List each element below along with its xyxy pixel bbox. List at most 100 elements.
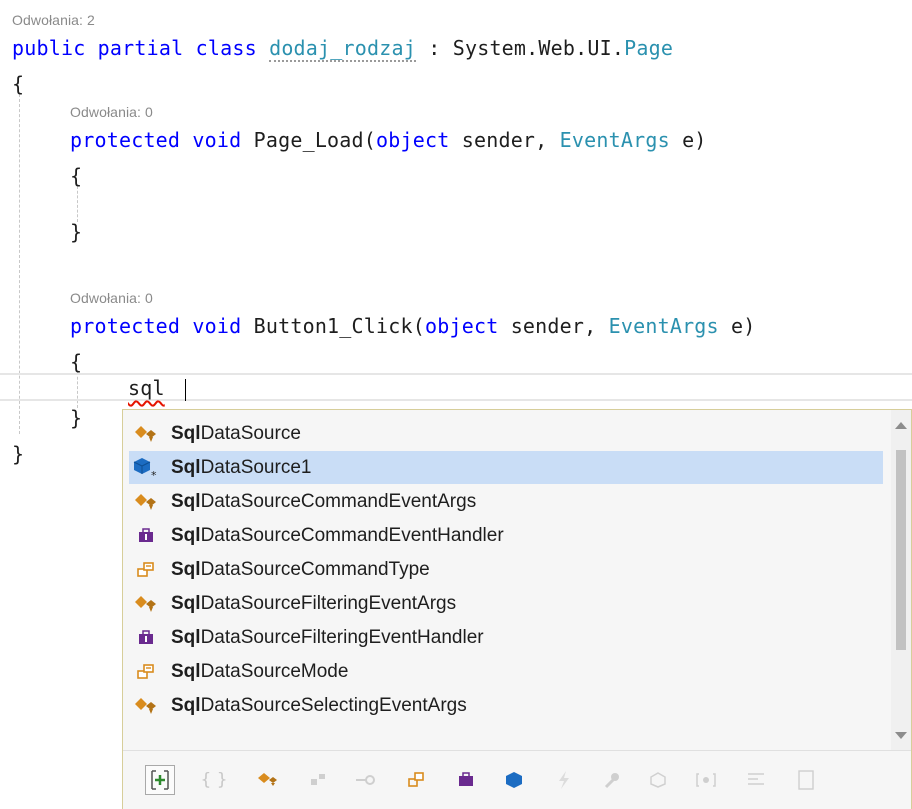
class-icon <box>258 773 277 786</box>
event-icon <box>559 771 569 789</box>
param-type[interactable]: EventArgs <box>560 128 670 152</box>
match-highlight: Sql <box>171 558 201 580</box>
local-icon <box>798 770 814 790</box>
error-squiggle: sql <box>128 376 165 400</box>
keyword-filter-button[interactable] <box>741 765 771 795</box>
colon-text: : <box>415 36 453 60</box>
svg-text:*: * <box>151 469 157 480</box>
event-filter-button[interactable] <box>549 765 579 795</box>
delegate-icon <box>459 772 473 786</box>
completion-scrollbar[interactable] <box>891 410 911 750</box>
completion-filter-bar: { } <box>123 750 911 809</box>
completion-item[interactable]: * SqlDataSource1 <box>129 451 883 484</box>
text-caret <box>185 379 186 401</box>
base-type[interactable]: Page <box>624 36 673 60</box>
interface-icon <box>356 775 375 785</box>
completion-item-rest: DataSourceCommandEventArgs <box>200 490 477 512</box>
match-highlight: Sql <box>171 456 201 478</box>
completion-item[interactable]: SqlDataSource <box>129 417 883 450</box>
field-icon <box>506 772 522 788</box>
completion-item-rest: DataSource <box>200 422 301 444</box>
completion-item-rest: DataSourceMode <box>200 660 349 682</box>
param-end: e) <box>718 314 756 338</box>
field-filter-button[interactable] <box>499 765 529 795</box>
expand-plus-icon <box>151 770 169 790</box>
completion-item-rest: DataSourceCommandType <box>200 558 430 580</box>
enum-icon <box>133 660 159 684</box>
param-type[interactable]: EventArgs <box>609 314 719 338</box>
completion-item[interactable]: SqlDataSourceCommandType <box>129 553 883 586</box>
method-filter-button[interactable] <box>597 765 627 795</box>
snippet-icon <box>696 773 716 787</box>
cube-icon <box>650 772 666 788</box>
delegate-icon <box>133 524 159 548</box>
param-end: e) <box>669 128 707 152</box>
scrollbar-thumb[interactable] <box>896 450 906 650</box>
wrench-icon <box>604 773 619 789</box>
class-icon <box>133 490 159 514</box>
namespace-filter-button[interactable]: { } <box>199 765 229 795</box>
structure-filter-button[interactable] <box>303 765 333 795</box>
delegate-icon <box>133 626 159 650</box>
interface-filter-button[interactable] <box>351 765 381 795</box>
completion-item[interactable]: SqlDataSourceFilteringEventHandler <box>129 621 883 654</box>
code-line-page-load[interactable]: protected void Page_Load(object sender, … <box>70 128 707 152</box>
match-highlight: Sql <box>171 490 201 512</box>
completion-item[interactable]: SqlDataSourceMode <box>129 655 883 688</box>
button-click-references-codelens[interactable]: Odwołania: 0 <box>70 290 153 306</box>
method-name[interactable]: Button1_Click( <box>241 314 425 338</box>
param-name: sender, <box>498 314 609 338</box>
class-icon <box>133 592 159 616</box>
param-type-keyword: object <box>376 128 450 152</box>
code-line-button-click[interactable]: protected void Button1_Click(object send… <box>70 314 756 338</box>
match-highlight: Sql <box>171 660 201 682</box>
param-name: sender, <box>449 128 560 152</box>
completion-item-label: SqlDataSource1 <box>171 457 311 479</box>
match-highlight: Sql <box>171 524 201 546</box>
delegate-filter-button[interactable] <box>451 765 481 795</box>
scroll-down-arrow[interactable] <box>895 732 907 739</box>
completion-item-rest: DataSourceFilteringEventHandler <box>200 626 484 648</box>
typed-text[interactable]: sql <box>128 376 165 400</box>
class-name[interactable]: dodaj_rodzaj <box>269 36 416 62</box>
completion-item-label: SqlDataSourceCommandEventHandler <box>171 525 504 547</box>
completion-item[interactable]: SqlDataSourceCommandEventArgs <box>129 485 883 518</box>
completion-item-label: SqlDataSourceCommandEventArgs <box>171 491 476 513</box>
keyword-text: protected void <box>70 314 242 338</box>
keyword-icon <box>748 773 764 785</box>
keyword-text: public partial class <box>12 36 257 60</box>
completion-item[interactable]: SqlDataSourceCommandEventHandler <box>129 519 883 552</box>
completion-item-label: SqlDataSourceCommandType <box>171 559 430 581</box>
braces-icon: { } <box>200 770 228 790</box>
match-highlight: Sql <box>171 626 201 648</box>
button-click-open-brace: { <box>70 350 83 374</box>
page-load-open-brace: { <box>70 164 83 188</box>
class-close-brace: } <box>12 442 25 466</box>
completion-popup[interactable]: SqlDataSource * SqlDataSource1 SqlDataSourc… <box>122 409 912 809</box>
completion-item[interactable]: SqlDataSourceFilteringEventArgs <box>129 587 883 620</box>
method-name[interactable]: Page_Load( <box>241 128 376 152</box>
class-icon <box>133 422 159 446</box>
completion-item-label: SqlDataSourceSelectingEventArgs <box>171 695 467 717</box>
completion-item[interactable]: SqlDataSourceSelectingEventArgs <box>129 689 883 722</box>
local-filter-button[interactable] <box>791 765 821 795</box>
completion-item-label: SqlDataSourceMode <box>171 661 348 683</box>
class-references-codelens[interactable]: Odwołania: 2 <box>12 12 95 28</box>
scroll-up-arrow[interactable] <box>895 422 907 429</box>
enum-filter-button[interactable] <box>401 765 431 795</box>
param-type-keyword: object <box>425 314 499 338</box>
match-highlight: Sql <box>171 422 201 444</box>
field-icon: * <box>133 456 159 480</box>
match-highlight: Sql <box>171 694 201 716</box>
class-icon <box>133 694 159 718</box>
expand-filter-button[interactable] <box>145 765 175 795</box>
completion-item-rest: DataSourceSelectingEventArgs <box>200 694 467 716</box>
class-filter-button[interactable] <box>253 765 283 795</box>
page-load-close-brace: } <box>70 220 83 244</box>
code-line-class-declaration[interactable]: public partial class dodaj_rodzaj : Syst… <box>12 36 673 62</box>
completion-item-label: SqlDataSourceFilteringEventArgs <box>171 593 456 615</box>
snippet-filter-button[interactable] <box>691 765 721 795</box>
page-load-references-codelens[interactable]: Odwołania: 0 <box>70 104 153 120</box>
extension-filter-button[interactable] <box>643 765 673 795</box>
indent-guide-page-load <box>77 186 78 222</box>
